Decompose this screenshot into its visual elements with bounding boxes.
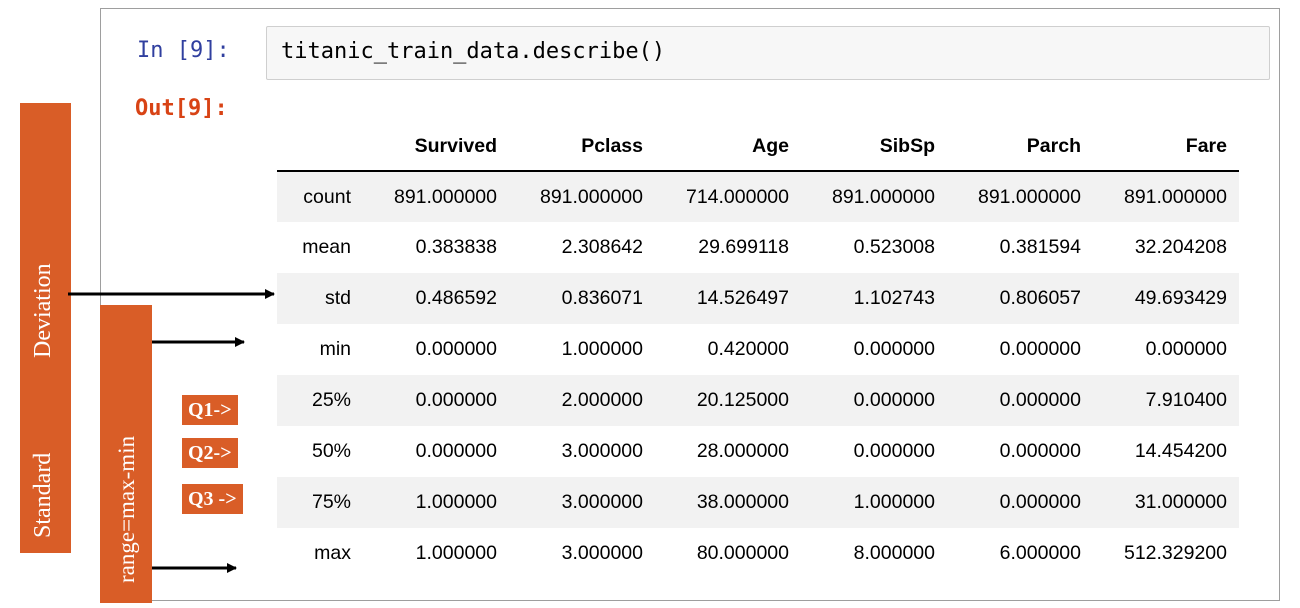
annotation-arrows: [68, 289, 275, 573]
